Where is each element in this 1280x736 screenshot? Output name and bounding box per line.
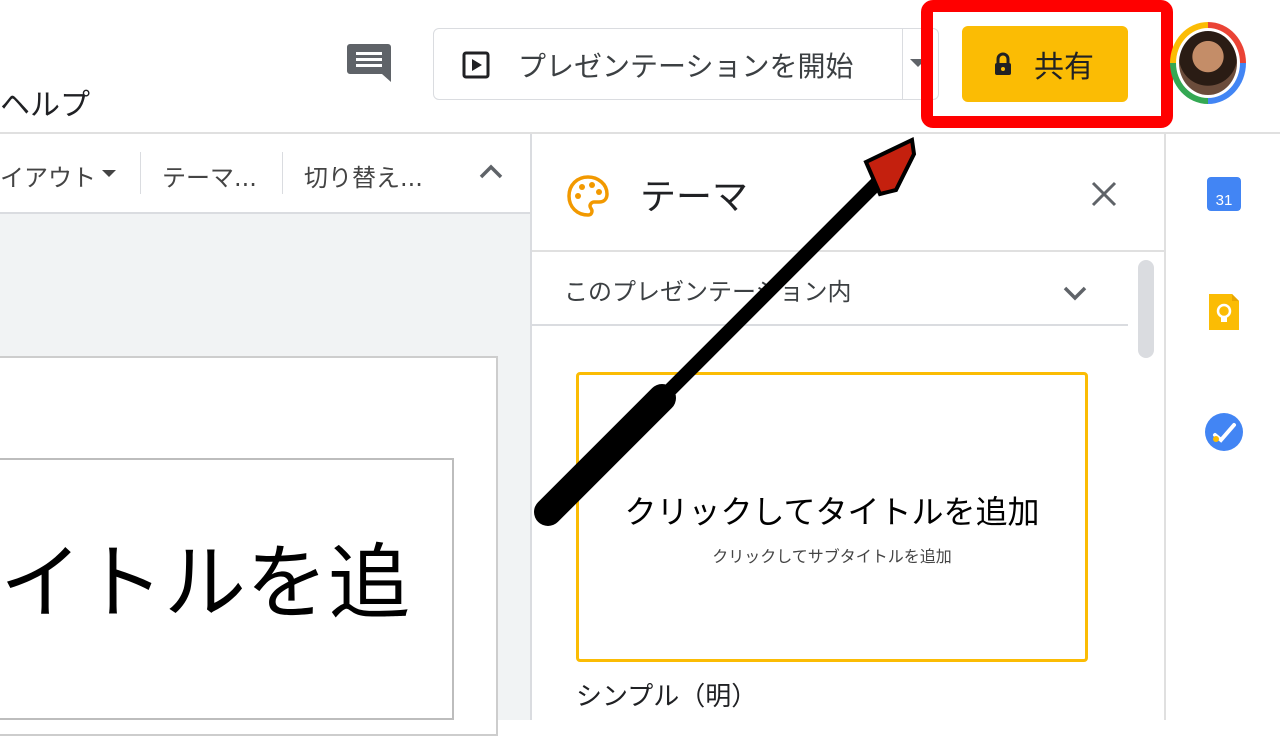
theme-panel-title: テーマ — [640, 177, 749, 218]
slide-title-text[interactable]: イトルを追 — [0, 516, 410, 635]
toolbar-separator — [282, 152, 283, 194]
avatar[interactable] — [1176, 28, 1240, 98]
play-icon — [462, 51, 490, 79]
comment-icon[interactable] — [346, 42, 392, 84]
tasks-icon[interactable] — [1204, 412, 1244, 452]
toolbar-separator — [140, 152, 141, 194]
keep-icon[interactable] — [1206, 292, 1242, 332]
chevron-down-icon[interactable] — [102, 170, 116, 177]
palette-icon — [567, 175, 609, 217]
theme-name-label: シンプル（明） — [576, 682, 758, 712]
transition-button[interactable]: 切り替え... — [304, 158, 423, 193]
share-label: 共有 — [1034, 50, 1094, 85]
calendar-day: 31 — [1216, 192, 1233, 209]
lock-icon — [995, 52, 1011, 75]
panel-scrollbar[interactable] — [1138, 260, 1154, 358]
theme-card-title: クリックしてタイトルを追加 — [624, 493, 1040, 531]
chevron-up-icon[interactable] — [478, 162, 504, 180]
start-presentation-label: プレゼンテーションを開始 — [518, 50, 854, 83]
close-icon[interactable] — [1090, 180, 1118, 208]
start-presentation-button[interactable]: プレゼンテーションを開始 — [433, 28, 939, 100]
side-panel-border — [1164, 134, 1166, 720]
present-divider — [902, 29, 903, 99]
theme-card-subtitle: クリックしてサブタイトルを追加 — [712, 547, 952, 566]
share-button[interactable]: 共有 — [962, 26, 1128, 102]
theme-button[interactable]: テーマ... — [162, 158, 257, 193]
calendar-icon[interactable]: 31 — [1206, 176, 1242, 212]
layout-menu[interactable]: イアウト — [0, 158, 96, 193]
dropdown-underline — [532, 324, 1128, 326]
theme-source-dropdown[interactable]: このプレゼンテーション内 — [564, 272, 852, 307]
toolbar: イアウト テーマ... 切り替え... — [0, 134, 530, 214]
panel-divider — [532, 250, 1164, 252]
theme-card-simple-light[interactable]: クリックしてタイトルを追加 クリックしてサブタイトルを追加 — [576, 372, 1088, 662]
chevron-down-icon[interactable] — [1062, 284, 1088, 302]
menu-help[interactable]: ヘルプ — [0, 80, 90, 124]
